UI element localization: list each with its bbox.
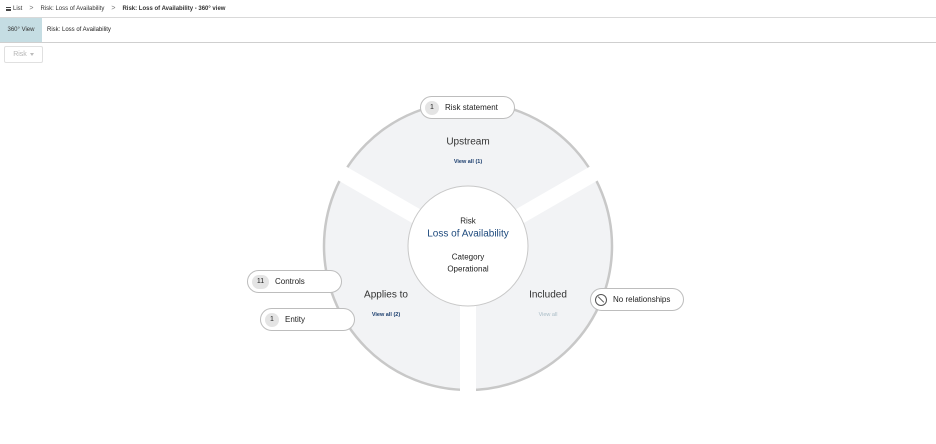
center-category-value: Operational [447,264,489,274]
risk-statement-label: Risk statement [445,103,498,112]
controls-count: 11 [252,274,269,289]
center-risk-name[interactable]: Loss of Availability [427,229,509,240]
included-view-all-link: View all [538,312,558,318]
upstream-title: Upstream [446,136,490,148]
entity-label: Entity [285,315,306,324]
center-type-label: Risk [460,216,476,226]
controls-label: Controls [275,277,305,286]
applies-to-view-all-link[interactable]: View all (2) [372,312,400,318]
applies-to-title: Applies to [364,289,408,301]
ban-icon [595,293,607,306]
center-circle [407,185,529,307]
upstream-view-all-link[interactable]: View all (1) [454,159,482,165]
controls-pill[interactable]: 11 Controls [247,270,342,293]
entity-pill[interactable]: 1 Entity [260,308,355,331]
risk-statement-count: 1 [425,100,439,115]
no-relationships-pill: No relationships [590,288,684,311]
no-relationships-label: No relationships [613,295,671,304]
center-category-label: Category [451,252,485,262]
included-title: Included [529,289,567,301]
risk-statement-pill[interactable]: 1 Risk statement [420,96,515,119]
entity-count: 1 [265,312,279,327]
